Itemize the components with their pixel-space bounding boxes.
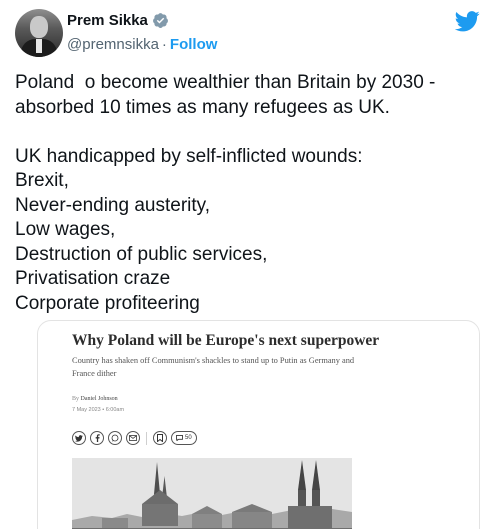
- whatsapp-icon[interactable]: [108, 431, 122, 445]
- article-byline: By Daniel Johnson: [72, 396, 118, 402]
- comment-button[interactable]: 50: [171, 431, 197, 445]
- tweet-embed: Prem Sikka @premnsikka · Follow Poland o b…: [0, 0, 499, 529]
- display-name[interactable]: Prem Sikka: [67, 12, 148, 29]
- comment-icon: [176, 435, 183, 441]
- verified-badge-icon: [152, 13, 168, 28]
- cathedral-skyline-image: [72, 458, 352, 529]
- follow-button[interactable]: Follow: [170, 36, 218, 53]
- article-author: Daniel Johnson: [80, 396, 118, 402]
- article-date: 7 May 2023 • 6:00am: [72, 407, 125, 413]
- email-icon[interactable]: [126, 431, 140, 445]
- byline-prefix: By: [72, 396, 80, 402]
- twitter-bird-icon[interactable]: [455, 11, 480, 32]
- share-bar: 50: [72, 431, 197, 445]
- bookmark-icon[interactable]: [153, 431, 167, 445]
- handle[interactable]: @premnsikka: [67, 36, 159, 53]
- avatar[interactable]: [15, 9, 63, 57]
- tweet-text: Poland o become wealthier than Britain b…: [15, 72, 436, 314]
- facebook-icon[interactable]: [90, 431, 104, 445]
- article-headline[interactable]: Why Poland will be Europe's next superpo…: [72, 332, 379, 350]
- author-name-row: Prem Sikka: [67, 12, 169, 29]
- share-divider: [146, 431, 147, 445]
- comment-count: 50: [185, 435, 192, 441]
- article-image[interactable]: [72, 458, 352, 529]
- separator: ·: [161, 36, 167, 53]
- handle-row: @premnsikka · Follow: [67, 36, 217, 53]
- article-standfirst: Country has shaken off Communism's shack…: [72, 356, 355, 378]
- twitter-icon[interactable]: [72, 431, 86, 445]
- article-card[interactable]: Why Poland will be Europe's next superpo…: [37, 320, 480, 529]
